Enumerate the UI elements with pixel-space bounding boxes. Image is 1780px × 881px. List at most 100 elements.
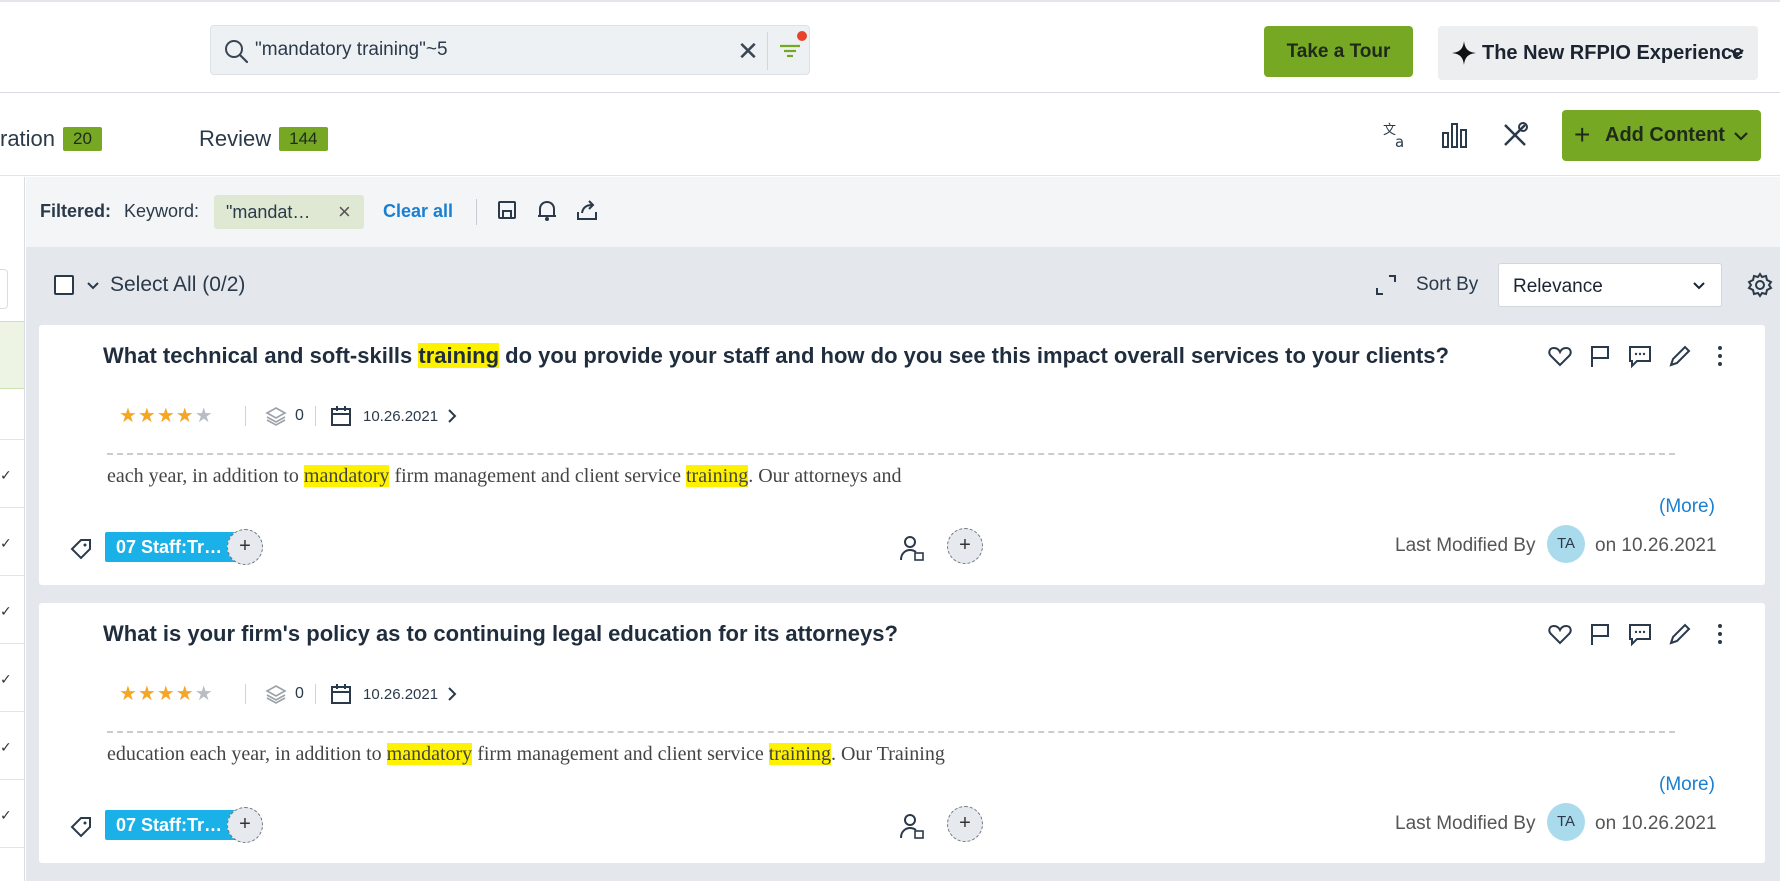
- meta-divider: [245, 684, 246, 704]
- keyword-highlight: training: [418, 343, 500, 368]
- filtered-label: Filtered:: [40, 201, 112, 221]
- calendar-icon: [331, 684, 351, 704]
- sidebar-divider: [0, 643, 24, 644]
- modified-date-value: 10.26.2021: [1621, 813, 1717, 834]
- check-icon[interactable]: ✓: [0, 807, 12, 824]
- tag-chip[interactable]: 07 Staff:Tr…: [105, 810, 241, 840]
- sidebar-divider: [0, 779, 24, 780]
- more-link[interactable]: (More): [1659, 774, 1715, 796]
- card-actions: [1547, 621, 1737, 651]
- avatar[interactable]: TA: [1547, 803, 1585, 841]
- flag-icon[interactable]: [1587, 343, 1613, 369]
- keyword-label: Keyword:: [124, 201, 200, 221]
- star-rating[interactable]: ★★★★★: [119, 403, 214, 428]
- analytics-icon[interactable]: [1439, 119, 1471, 151]
- avatar[interactable]: TA: [1547, 525, 1585, 563]
- meta-divider: [245, 406, 246, 426]
- clear-search-icon[interactable]: ✕: [733, 36, 763, 66]
- save-icon[interactable]: [494, 197, 520, 223]
- search-input[interactable]: [255, 34, 725, 66]
- plus-icon: +: [1574, 119, 1591, 150]
- tag-chip[interactable]: 07 Staff:Tr…: [105, 532, 241, 562]
- sparkle-icon: [1452, 41, 1476, 65]
- keyword-highlight: training: [685, 465, 749, 487]
- answer-text: firm management and client service: [389, 465, 686, 487]
- keyword-highlight: mandatory: [303, 465, 390, 487]
- expand-icon[interactable]: [1374, 273, 1398, 297]
- bell-icon[interactable]: [534, 197, 560, 223]
- more-link[interactable]: (More): [1659, 496, 1715, 518]
- more-vertical-icon[interactable]: [1707, 343, 1733, 369]
- translate-icon[interactable]: 文 a: [1380, 119, 1412, 151]
- keyword-filter-chip[interactable]: "mandat… ×: [214, 195, 364, 229]
- meta-divider: [315, 684, 316, 704]
- remove-chip-icon[interactable]: ×: [338, 199, 351, 225]
- search-icon: [225, 40, 249, 64]
- chevron-down-icon[interactable]: [86, 279, 100, 293]
- add-content-button[interactable]: + Add Content: [1562, 110, 1761, 161]
- on-label: on: [1595, 813, 1617, 834]
- sidebar-section-header[interactable]: [0, 321, 24, 389]
- sort-value: Relevance: [1513, 276, 1603, 297]
- flag-icon[interactable]: [1587, 621, 1613, 647]
- modified-date: on 10.26.2021: [1595, 535, 1717, 557]
- sidebar-divider: [0, 711, 24, 712]
- comment-icon[interactable]: [1627, 343, 1653, 369]
- edit-icon[interactable]: [1667, 621, 1693, 647]
- heart-icon[interactable]: [1547, 343, 1573, 369]
- results-area: Select All (0/2) Sort By Relevance What …: [26, 247, 1780, 881]
- assign-user-icon[interactable]: [899, 534, 925, 562]
- last-modified-label: Last Modified By: [1395, 813, 1536, 834]
- check-icon[interactable]: ✓: [0, 603, 12, 620]
- new-experience-dropdown[interactable]: The New RFPIO Experience: [1438, 26, 1758, 80]
- result-card[interactable]: What technical and soft-skills training …: [39, 325, 1765, 585]
- add-tag-button[interactable]: +: [227, 529, 263, 565]
- check-icon[interactable]: ✓: [0, 671, 12, 688]
- chevron-right-icon[interactable]: [445, 686, 459, 702]
- select-all-checkbox[interactable]: [54, 275, 74, 295]
- keyword-highlight: mandatory: [386, 743, 473, 765]
- question-title[interactable]: What technical and soft-skills training …: [103, 343, 1449, 369]
- tab-label: Review: [199, 126, 272, 151]
- filter-bar: Filtered: Keyword: "mandat… × Clear all: [26, 177, 1780, 247]
- export-icon[interactable]: [574, 197, 600, 223]
- dashed-divider: [107, 731, 1675, 733]
- check-icon[interactable]: ✓: [0, 739, 12, 756]
- sidebar-input[interactable]: [0, 269, 8, 309]
- card-actions: [1547, 343, 1737, 373]
- heart-icon[interactable]: [1547, 621, 1573, 647]
- meta-divider: [315, 406, 316, 426]
- tab-review[interactable]: Review 144: [199, 126, 328, 152]
- edit-icon[interactable]: [1667, 343, 1693, 369]
- more-vertical-icon[interactable]: [1707, 621, 1733, 647]
- add-user-button[interactable]: +: [947, 806, 983, 842]
- gear-icon[interactable]: [1746, 271, 1774, 299]
- sidebar-divider: [0, 575, 24, 576]
- layers-icon: [265, 685, 287, 704]
- add-tag-button[interactable]: +: [227, 807, 263, 843]
- question-text: What is your firm's policy as to continu…: [103, 621, 898, 646]
- add-user-button[interactable]: +: [947, 528, 983, 564]
- sort-by-label: Sort By: [1416, 274, 1479, 295]
- sidebar-divider: [0, 439, 24, 440]
- result-card[interactable]: What is your firm's policy as to continu…: [39, 603, 1765, 863]
- question-title[interactable]: What is your firm's policy as to continu…: [103, 621, 898, 647]
- star-rating[interactable]: ★★★★★: [119, 681, 214, 706]
- chevron-right-icon[interactable]: [445, 408, 459, 424]
- last-modified-label: Last Modified By: [1395, 535, 1536, 556]
- check-icon[interactable]: ✓: [0, 467, 12, 484]
- layers-icon: [265, 407, 287, 426]
- stars-empty: ★: [194, 683, 214, 705]
- tools-icon[interactable]: [1499, 119, 1531, 151]
- tab-moderation[interactable]: ration 20: [0, 126, 102, 152]
- tab-label: ration: [0, 126, 56, 151]
- version-count: 0: [295, 685, 304, 702]
- take-tour-button[interactable]: Take a Tour: [1264, 26, 1413, 77]
- question-text: What technical and soft-skills: [103, 343, 419, 368]
- assign-user-icon[interactable]: [899, 812, 925, 840]
- comment-icon[interactable]: [1627, 621, 1653, 647]
- on-label: on: [1595, 535, 1617, 556]
- check-icon[interactable]: ✓: [0, 535, 12, 552]
- sort-select[interactable]: Relevance: [1498, 263, 1722, 307]
- clear-all-link[interactable]: Clear all: [383, 201, 453, 222]
